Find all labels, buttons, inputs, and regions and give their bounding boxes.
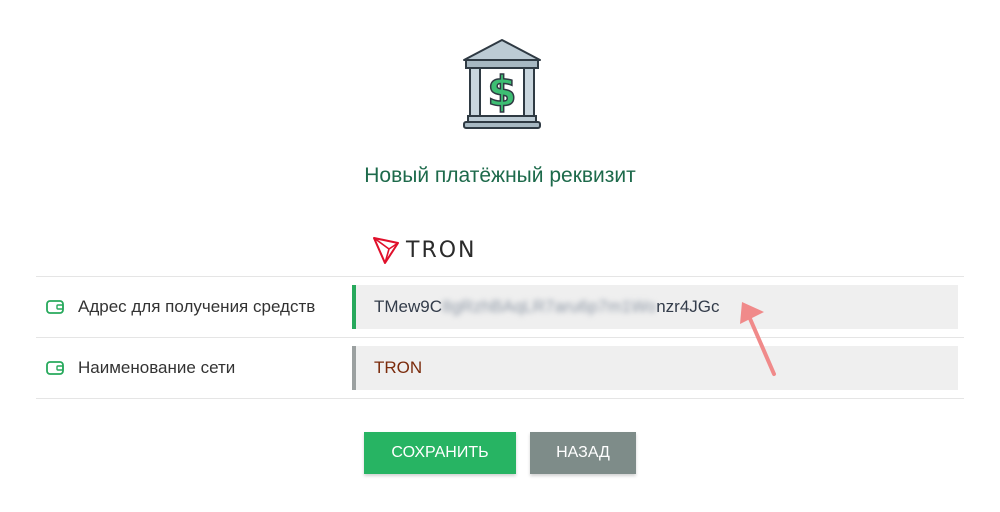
address-input[interactable]: TMew9C 8gRzhBAqLR7aru6p7m1Wo nzr4JGc (352, 285, 958, 329)
brand-name: TRON (406, 237, 477, 263)
address-value-prefix: TMew9C (374, 297, 443, 316)
wallet-icon (46, 300, 64, 314)
network-name-field: TRON (352, 346, 958, 390)
annotation-arrow-icon (740, 302, 776, 376)
address-value-hidden: 8gRzhBAqLR7aru6p7m1Wo (442, 297, 657, 316)
network-label: Наименование сети (78, 358, 236, 377)
address-value-suffix: nzr4JGc (656, 297, 720, 316)
network-label-group: Наименование сети (36, 358, 352, 378)
network-value: TRON (374, 358, 423, 377)
address-label-group: Адрес для получения средств (36, 297, 352, 317)
network-brand: TRON (372, 234, 477, 266)
back-button[interactable]: Назад (530, 432, 636, 474)
save-button[interactable]: Сохранить (364, 432, 516, 474)
address-label: Адрес для получения средств (78, 297, 316, 316)
page-title: Новый платёжный реквизит (364, 164, 636, 187)
wallet-icon (46, 361, 64, 375)
bank-icon: $ (463, 39, 541, 129)
address-row: Адрес для получения средств TMew9C 8gRzhB… (36, 276, 964, 337)
svg-text:$: $ (487, 67, 516, 116)
requisite-form: Адрес для получения средств TMew9C 8gRzhB… (36, 276, 964, 399)
tron-logo-icon (373, 237, 399, 264)
network-row: Наименование сети TRON (36, 337, 964, 399)
